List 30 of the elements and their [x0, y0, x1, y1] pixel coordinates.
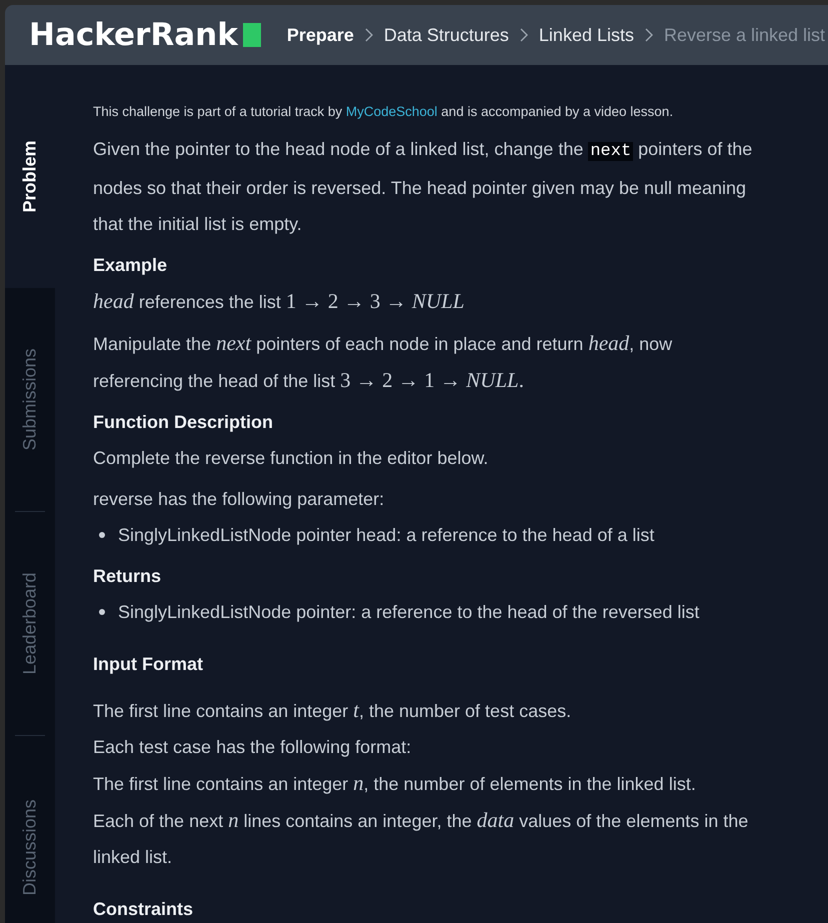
note-text: This challenge is part of a tutorial track by MyCodeSchool and is accompanied by a video lesson. — [93, 103, 674, 121]
chevron-right-icon — [520, 28, 528, 42]
paragraph: Each of the next n lines contains an integer, the data values of the elements in the linked list. — [93, 807, 750, 869]
paragraph: Given the pointer to the head node of a linked list, change the next pointers of the nodes so that their order is reversed. The head pointer given may be null meaning that the initial list is empty. — [93, 138, 754, 236]
bullet-icon — [99, 609, 105, 615]
breadcrumb-link[interactable]: Data Structures — [384, 22, 509, 48]
section-heading: Input Format — [93, 653, 204, 676]
tutorial-link[interactable]: MyCodeSchool — [346, 104, 438, 119]
section-heading: Constraints — [93, 898, 194, 921]
chevron-right-icon — [364, 28, 373, 42]
chevron-right-icon — [644, 28, 653, 42]
bullet-icon — [99, 532, 105, 538]
breadcrumb-current: Reverse a linked list — [664, 24, 826, 46]
paragraph: Manipulate the next pointers of each node in place and return head, now referencing the head of the list 3 → 2 → 1 → NULL. — [93, 330, 674, 394]
paragraph: Each test case has the following format: — [93, 736, 412, 759]
section-heading: Function Description — [93, 411, 274, 434]
logo-text[interactable]: HackerRank — [29, 20, 238, 50]
paragraph: The first line contains an integer t, the number of test cases. — [93, 697, 572, 724]
list-item-text: SinglyLinkedListNode pointer: a reference to the head of the reversed list — [118, 601, 700, 624]
paragraph: Complete the reverse function in the editor below. — [93, 447, 490, 470]
paragraph: head references the list 1 → 2 → 3 → NULL — [93, 288, 466, 315]
section-heading: Returns — [93, 565, 162, 588]
paragraph: The first line contains an integer n, the number of elements in the linked list. — [93, 770, 697, 797]
breadcrumb-link[interactable]: Linked Lists — [538, 22, 634, 48]
list-item-text: SinglyLinkedListNode pointer head: a reference to the head of a list — [118, 524, 654, 547]
breadcrumb-link[interactable]: Prepare — [286, 22, 354, 48]
paragraph: reverse has the following parameter: — [93, 488, 386, 511]
sidebar-tab[interactable]: Problem — [5, 65, 55, 288]
logo-block-icon — [242, 23, 261, 47]
section-heading: Example — [93, 254, 168, 277]
